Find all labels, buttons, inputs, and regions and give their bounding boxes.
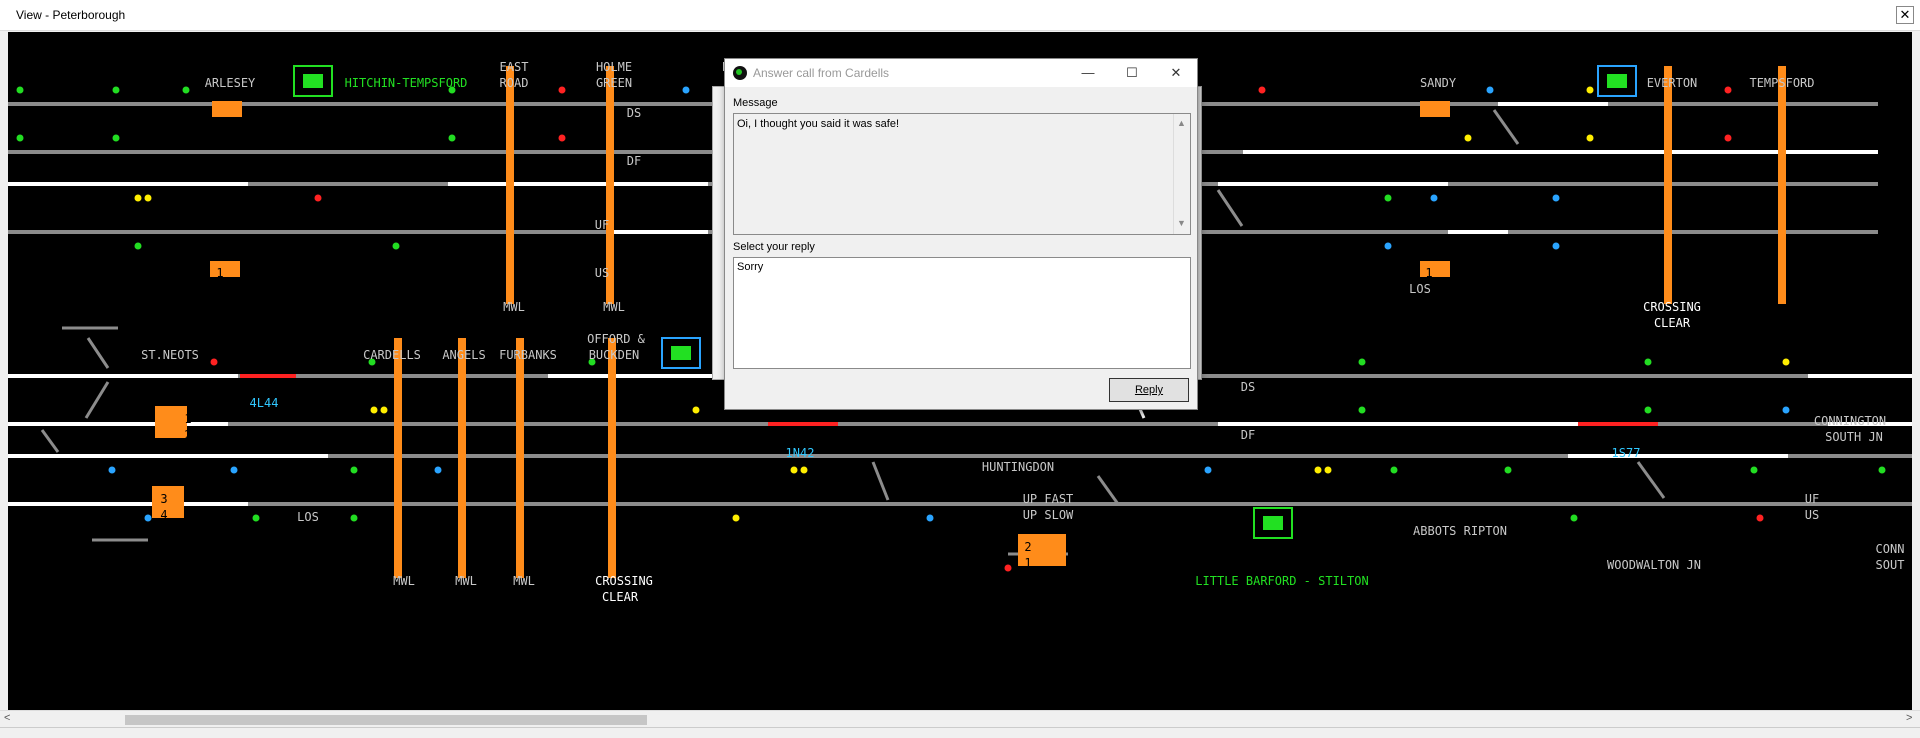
panel-label: ST.NEOTS (141, 348, 199, 362)
panel-label: 2 (242, 106, 250, 120)
panel-label: US (594, 266, 610, 280)
panel-label: HITCHIN-TEMPSFORD (344, 76, 468, 90)
panel-label: EAST (499, 60, 529, 74)
panel-label: DF (1240, 428, 1256, 442)
panel-label: SANDY (1419, 76, 1457, 90)
panel-label: TEMPSFORD (1749, 76, 1815, 90)
message-label: Message (733, 97, 778, 109)
scrollbar-thumb[interactable] (125, 715, 647, 725)
panel-label: DS (626, 106, 642, 120)
reply-list[interactable]: Sorry (733, 257, 1191, 369)
panel-label: 1 (1024, 556, 1032, 570)
scroll-down-icon[interactable]: ▼ (1177, 218, 1186, 228)
panel-label: CLEAR (601, 590, 639, 604)
panel-label: CARDELLS (363, 348, 421, 362)
message-text: Oi, I thought you said it was safe! (737, 118, 900, 130)
panel-label: UF (1804, 492, 1820, 506)
panel-label: ABBOTS RIPTON (1413, 524, 1507, 538)
answer-call-dialog: Answer call from Cardells — ☐ ✕ Message … (724, 58, 1198, 410)
panel-label: 2 (1450, 106, 1458, 120)
panel-label: OFFORD & (587, 332, 645, 346)
window-title: View - Peterborough (16, 8, 126, 22)
panel-label: DS (1240, 380, 1256, 394)
panel-label: 4L44 (249, 396, 279, 410)
reply-label: Select your reply (733, 241, 815, 253)
maximize-button[interactable]: ☐ (1121, 63, 1143, 83)
dialog-title: Answer call from Cardells (753, 66, 890, 80)
dialog-close-button[interactable]: ✕ (1165, 63, 1187, 83)
scroll-left-icon[interactable]: < (4, 712, 10, 724)
panel-label: 1 (184, 412, 192, 426)
scroll-up-icon[interactable]: ▲ (1177, 118, 1186, 128)
panel-label: MWL (513, 574, 535, 588)
panel-label: LOS (297, 510, 319, 524)
phone-icon (733, 66, 747, 80)
panel-label: CONNINGTON (1813, 414, 1887, 428)
panel-label: EVERTON (1646, 76, 1698, 90)
panel-label: MWL (503, 300, 525, 314)
panel-label: ROAD (499, 76, 529, 90)
scroll-right-icon[interactable]: > (1906, 712, 1912, 724)
panel-label: 3 (160, 492, 168, 506)
minimize-button[interactable]: — (1077, 63, 1099, 83)
panel-label: 2 (184, 428, 192, 442)
window-close-button[interactable]: ✕ (1896, 6, 1914, 24)
panel-label: DF (626, 154, 642, 168)
dialog-titlebar: Answer call from Cardells — ☐ ✕ (725, 59, 1197, 87)
panel-label: BUCKDEN (588, 348, 640, 362)
panel-label: HUNTINGDON (981, 460, 1055, 474)
panel-label: ANGELS (442, 348, 486, 362)
panel-label: UP FAST (1022, 492, 1074, 506)
panel-label: CLEAR (1653, 316, 1691, 330)
panel-label: SOUTH JN (1825, 430, 1883, 444)
panel-label: GREEN (595, 76, 633, 90)
message-box: Oi, I thought you said it was safe! ▲ ▼ (733, 113, 1191, 235)
panel-label: CROSSING (1643, 300, 1701, 314)
window-titlebar: View - Peterborough ✕ (0, 0, 1920, 31)
panel-label: UP SLOW (1022, 508, 1074, 522)
horizontal-scrollbar[interactable]: < > (0, 710, 1920, 728)
panel-label: MWL (455, 574, 477, 588)
panel-label: 4 (160, 508, 168, 522)
panel-label: LOS (1409, 282, 1431, 296)
panel-label: MWL (603, 300, 625, 314)
panel-label: 1 (1425, 266, 1433, 280)
panel-label: LITTLE BARFORD - STILTON (1195, 574, 1369, 588)
message-scrollbar[interactable]: ▲ ▼ (1173, 114, 1190, 234)
panel-label: 1 (216, 266, 224, 280)
panel-label: 1S77 (1611, 446, 1641, 460)
status-bar (0, 727, 1920, 738)
reply-option[interactable]: Sorry (737, 261, 763, 273)
panel-label: UF (594, 218, 610, 232)
reply-button[interactable]: Reply (1109, 378, 1189, 402)
panel-label: 1N42 (785, 446, 815, 460)
panel-label: WOODWALTON JN (1607, 558, 1701, 572)
panel-label: ARLESEY (204, 76, 256, 90)
panel-label: US (1804, 508, 1820, 522)
panel-label: SOUT (1875, 558, 1905, 572)
panel-label: 2 (1024, 540, 1032, 554)
panel-label: CONN (1875, 542, 1905, 556)
panel-label: FURBANKS (499, 348, 557, 362)
panel-label: MWL (393, 574, 415, 588)
panel-label: HOLME (595, 60, 633, 74)
panel-label: CROSSING (595, 574, 653, 588)
